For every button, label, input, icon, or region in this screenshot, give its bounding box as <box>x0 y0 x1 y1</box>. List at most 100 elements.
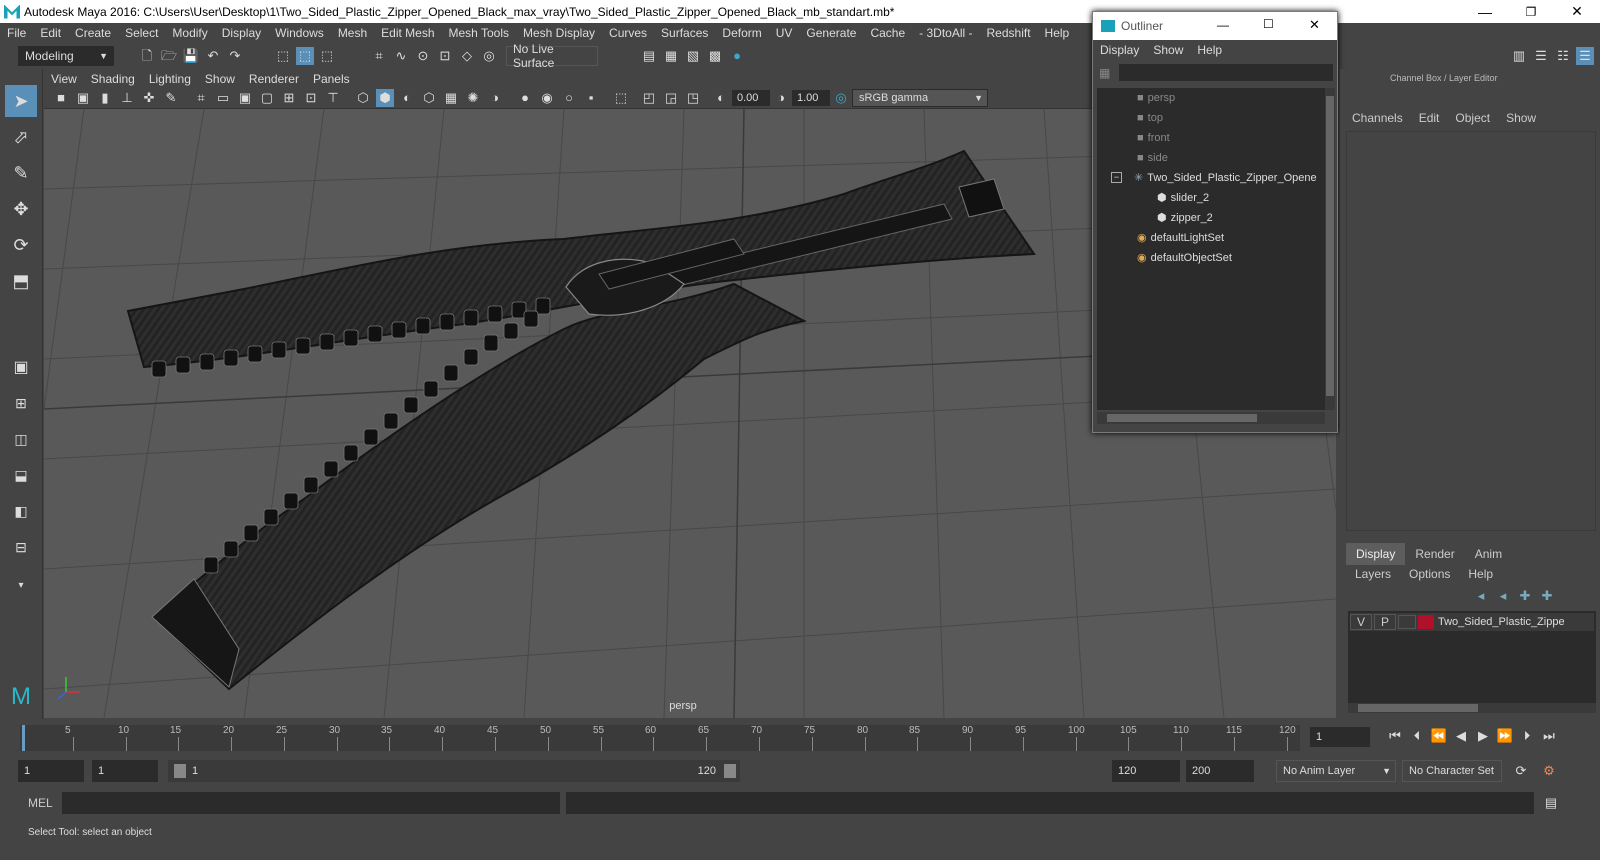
menu-curves[interactable]: Curves <box>602 26 654 40</box>
anim-layer-dropdown[interactable]: No Anim Layer ▼ <box>1276 760 1396 782</box>
menu-select[interactable]: Select <box>118 26 165 40</box>
exposure-field[interactable]: 0.00 <box>732 90 770 106</box>
outliner-menu-help[interactable]: Help <box>1190 43 1229 57</box>
outliner-vscrollbar[interactable] <box>1325 88 1335 410</box>
isolate-select-icon[interactable]: ⬚ <box>612 89 630 107</box>
bookmark-icon[interactable]: ▮ <box>96 89 114 107</box>
play-backward-icon[interactable]: ◀ <box>1452 727 1470 745</box>
wireframe-on-shaded-icon[interactable]: ⬡ <box>420 89 438 107</box>
film-gate-icon[interactable]: ▭ <box>214 89 232 107</box>
step-back-key-icon[interactable]: ⏪ <box>1430 727 1448 745</box>
outliner-item-zipper[interactable]: ⬢ zipper_2 <box>1157 208 1213 227</box>
tab-anim[interactable]: Anim <box>1465 543 1512 565</box>
tool-settings-icon[interactable]: ☷ <box>1554 47 1572 65</box>
outliner-search-field[interactable] <box>1119 64 1333 81</box>
gate-mask-icon[interactable]: ▢ <box>258 89 276 107</box>
xray-joints-icon[interactable]: ◲ <box>662 89 680 107</box>
render-view-icon[interactable]: ▤ <box>640 47 658 65</box>
camera-select-icon[interactable]: ■ <box>52 89 70 107</box>
new-layer-selected-icon[interactable]: ✚ <box>1538 587 1556 605</box>
maximize-icon[interactable]: ☐ <box>1263 17 1274 31</box>
vp-menu-lighting[interactable]: Lighting <box>142 72 198 86</box>
menu-generate[interactable]: Generate <box>799 26 863 40</box>
new-scene-icon[interactable]: 🗋 <box>138 47 156 65</box>
menu-mesh[interactable]: Mesh <box>331 26 374 40</box>
attribute-editor-icon[interactable]: ☰ <box>1532 47 1550 65</box>
smooth-shade-icon[interactable]: ⬢ <box>376 89 394 107</box>
menu-surfaces[interactable]: Surfaces <box>654 26 715 40</box>
new-layer-icon[interactable]: ✚ <box>1516 587 1534 605</box>
select-object-icon[interactable]: ⬚ <box>296 47 314 65</box>
tab-render[interactable]: Render <box>1405 543 1464 565</box>
anti-aliasing-icon[interactable]: ○ <box>560 89 578 107</box>
outliner-item-top[interactable]: ■ top <box>1137 108 1163 127</box>
channel-menu-edit[interactable]: Edit <box>1411 111 1448 125</box>
vp-menu-panels[interactable]: Panels <box>306 72 357 86</box>
character-set-dropdown[interactable]: No Character Set <box>1402 760 1502 782</box>
save-scene-icon[interactable]: 💾 <box>182 47 200 65</box>
field-chart-icon[interactable]: ⊞ <box>280 89 298 107</box>
outliner-item-front[interactable]: ■ front <box>1137 128 1170 147</box>
persp-outliner-layout-icon[interactable]: ◫ <box>5 423 37 455</box>
close-icon[interactable]: ✕ <box>1309 17 1320 33</box>
render-frame-icon[interactable]: ▦ <box>662 47 680 65</box>
range-slider[interactable]: 1 120 <box>168 760 740 782</box>
step-forward-key-icon[interactable]: ⏩ <box>1496 727 1514 745</box>
layer-color-swatch[interactable] <box>1418 615 1434 629</box>
snap-view-icon[interactable]: ⊡ <box>436 47 454 65</box>
time-slider[interactable]: 1 5 10 15 20 25 30 35 40 45 50 55 60 65 70 75 80 85 90 95 1… <box>0 719 1600 754</box>
close-button[interactable]: ✕ <box>1554 0 1600 23</box>
move-layer-down-icon[interactable]: ◂ <box>1494 587 1512 605</box>
modeling-toolkit-icon[interactable]: ▥ <box>1510 47 1528 65</box>
timeline-ruler[interactable]: 5 10 15 20 25 30 35 40 45 50 55 60 65 70 75 80 85 90 95 100… <box>20 725 1300 751</box>
go-to-start-icon[interactable]: ⏮ <box>1386 727 1404 745</box>
resolution-gate-icon[interactable]: ▣ <box>236 89 254 107</box>
use-all-lights-icon[interactable]: ✺ <box>464 89 482 107</box>
layer-visibility-toggle[interactable]: V <box>1350 614 1372 630</box>
use-default-material-icon[interactable]: ◐ <box>398 89 416 107</box>
scale-tool-icon[interactable]: ⬒ <box>5 265 37 297</box>
command-language-label[interactable]: MEL <box>28 796 53 810</box>
open-scene-icon[interactable]: 🗁 <box>160 47 178 65</box>
grid-toggle-icon[interactable]: ⌗ <box>192 89 210 107</box>
menu-deform[interactable]: Deform <box>715 26 768 40</box>
xray-active-icon[interactable]: ◳ <box>684 89 702 107</box>
layer-type-toggle[interactable] <box>1398 615 1416 629</box>
live-surface-field[interactable]: No Live Surface <box>506 42 598 70</box>
color-management-icon[interactable]: ◎ <box>832 89 850 107</box>
four-view-layout-icon[interactable]: ⊞ <box>5 387 37 419</box>
layer-menu-help[interactable]: Help <box>1459 567 1502 581</box>
paint-select-tool-icon[interactable]: ✎ <box>5 157 37 189</box>
color-space-dropdown[interactable]: sRGB gamma ▼ <box>852 89 988 107</box>
menu-mesh-display[interactable]: Mesh Display <box>516 26 602 40</box>
snap-grid-icon[interactable]: ⌗ <box>370 47 388 65</box>
outliner-item-default-object-set[interactable]: ◉ defaultObjectSet <box>1137 248 1232 267</box>
auto-key-icon[interactable]: ⟳ <box>1512 762 1530 780</box>
menu-3dtoall[interactable]: - 3DtoAll - <box>912 26 979 40</box>
menu-edit[interactable]: Edit <box>33 26 68 40</box>
select-hierarchy-icon[interactable]: ⬚ <box>274 47 292 65</box>
channel-menu-object[interactable]: Object <box>1447 111 1498 125</box>
select-component-icon[interactable]: ⬚ <box>318 47 336 65</box>
scene-end-field[interactable]: 200 <box>1186 760 1254 782</box>
depth-of-field-icon[interactable]: ▪ <box>582 89 600 107</box>
current-frame-field[interactable]: 1 <box>1310 727 1370 747</box>
layer-menu-options[interactable]: Options <box>1400 567 1459 581</box>
filter-icon[interactable]: ▦ <box>1099 66 1110 80</box>
redo-icon[interactable]: ↷ <box>226 47 244 65</box>
undo-icon[interactable]: ↶ <box>204 47 222 65</box>
minimize-button[interactable]: — <box>1462 0 1508 23</box>
safe-title-icon[interactable]: ⊤ <box>324 89 342 107</box>
snap-point-icon[interactable]: ⊙ <box>414 47 432 65</box>
xray-icon[interactable]: ◰ <box>640 89 658 107</box>
render-settings-icon[interactable]: ▩ <box>706 47 724 65</box>
menu-create[interactable]: Create <box>68 26 118 40</box>
single-perspective-layout-icon[interactable]: ▣ <box>5 351 37 383</box>
rotate-tool-icon[interactable]: ⟳ <box>5 229 37 261</box>
menu-modify[interactable]: Modify <box>165 26 214 40</box>
ipr-render-icon[interactable]: ▧ <box>684 47 702 65</box>
channel-menu-channels[interactable]: Channels <box>1340 111 1411 125</box>
scene-start-field[interactable]: 1 <box>18 760 84 782</box>
channel-box-icon[interactable]: ☰ <box>1576 47 1594 65</box>
go-to-end-icon[interactable]: ⏭ <box>1540 727 1558 745</box>
